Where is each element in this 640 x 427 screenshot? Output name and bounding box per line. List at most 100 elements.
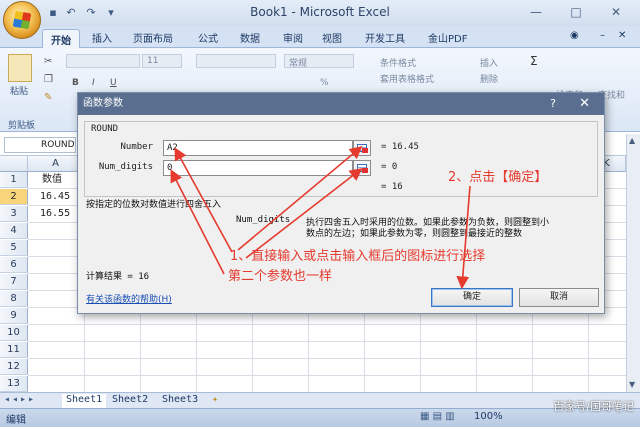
row-header-13[interactable]: 13 (0, 376, 28, 392)
row-header-5[interactable]: 5 (0, 240, 28, 256)
row-header-10[interactable]: 10 (0, 325, 28, 341)
num-digits-input[interactable]: 0 (163, 160, 353, 176)
bold-icon[interactable]: B (72, 78, 79, 88)
ribbon-minimize-icon[interactable]: – (600, 30, 605, 41)
row-header-3[interactable]: 3 (0, 206, 28, 222)
autosum-icon[interactable]: Σ (530, 54, 538, 68)
select-all-corner[interactable] (0, 156, 28, 172)
insert-sheet-icon[interactable]: ✦ (212, 394, 218, 408)
function-description: 按指定的位数对数值进行四舍五入 (86, 200, 222, 210)
tab-view[interactable]: 视图 (322, 30, 342, 45)
gridline (28, 358, 626, 359)
tab-insert[interactable]: 插入 (92, 30, 112, 45)
tab-developer[interactable]: 开发工具 (365, 30, 405, 45)
number-input[interactable]: A2 (163, 140, 353, 156)
row-header-4[interactable]: 4 (0, 223, 28, 239)
sheet-nav-icon[interactable]: ◂◂▸▸ (4, 394, 36, 408)
paste-label[interactable]: 粘贴 (10, 84, 28, 97)
help-icon[interactable]: ◉ (570, 30, 579, 41)
annotation-step1-line2: 第二个参数也一样 (228, 269, 333, 284)
cancel-button[interactable]: 取消 (519, 288, 599, 307)
insert-cells-button[interactable]: 插入 (480, 56, 498, 69)
office-logo-icon (12, 10, 32, 30)
sheet-tab-2[interactable]: Sheet2 (112, 394, 148, 408)
font-name-box[interactable] (66, 54, 140, 68)
sheet-tab-3[interactable]: Sheet3 (162, 394, 198, 408)
row-header-11[interactable]: 11 (0, 342, 28, 358)
cell-a3[interactable]: 16.55 (40, 206, 70, 222)
number-format-box[interactable]: 常规 (284, 54, 354, 69)
function-group: ROUND Number A2 = 16.45 Num_digits 0 = 0… (84, 121, 598, 197)
arg-name: Num_digits (236, 215, 291, 225)
scroll-up-icon[interactable]: ▲ (629, 136, 635, 145)
view-buttons[interactable]: ▦ ▤ ▥ (420, 411, 455, 422)
tab-formulas[interactable]: 公式 (198, 30, 218, 45)
gridline (28, 324, 626, 325)
column-header-a[interactable]: A (28, 156, 84, 172)
calc-result: 计算结果 = 16 (86, 272, 150, 282)
overall-result: = 16 (381, 182, 403, 192)
underline-icon[interactable]: U (110, 78, 117, 88)
status-bar: 编辑 ▦ ▤ ▥ 100% (0, 408, 640, 427)
cut-icon[interactable]: ✂ (44, 56, 52, 67)
range-select-icon[interactable] (353, 160, 371, 176)
dialog-help-icon[interactable]: ? (550, 93, 556, 115)
row-header-6[interactable]: 6 (0, 257, 28, 273)
function-arguments-dialog: 函数参数 ? ✕ ROUND Number A2 = 16.45 Num_dig… (77, 92, 605, 314)
row-header-9[interactable]: 9 (0, 308, 28, 324)
function-name: ROUND (91, 124, 119, 134)
function-help-link[interactable]: 有关该函数的帮助(H) (86, 292, 172, 305)
scroll-down-icon[interactable]: ▼ (629, 380, 635, 389)
copy-icon[interactable]: ❐ (44, 74, 53, 85)
sheet-tab-bar: ◂◂▸▸ Sheet1 Sheet2 Sheet3 ✦ (0, 392, 640, 408)
cell-a1[interactable]: 数值 (42, 172, 62, 188)
paste-icon[interactable] (8, 54, 32, 82)
annotation-step2: 2、点击【确定】 (448, 170, 548, 185)
conditional-format-button[interactable]: 条件格式 (380, 56, 416, 69)
arg-label-num-digits: Num_digits (98, 162, 153, 172)
gridline (28, 341, 626, 342)
dialog-title[interactable]: 函数参数 (78, 93, 604, 115)
clipboard-group-label: 剪贴板 (8, 121, 36, 131)
title-bar: ▪ ↶ ↷ ▾ Book1 - Microsoft Excel — □ ✕ (0, 0, 640, 26)
ok-button[interactable]: 确定 (431, 288, 513, 307)
row-header-1[interactable]: 1 (0, 172, 28, 188)
arg-result-number: = 16.45 (381, 142, 419, 152)
zoom-level[interactable]: 100% (474, 411, 503, 422)
row-header-8[interactable]: 8 (0, 291, 28, 307)
tab-page-layout[interactable]: 页面布局 (133, 30, 173, 45)
tab-review[interactable]: 审阅 (283, 30, 303, 45)
cell-a2[interactable]: 16.45 (40, 189, 70, 205)
annotation-step1-line1: 1、直接输入或点击输入框后的图标进行选择 (230, 249, 486, 264)
close-button[interactable]: ✕ (606, 4, 626, 20)
tab-pdf[interactable]: 金山PDF (428, 30, 467, 45)
ribbon-close-icon[interactable]: ✕ (618, 30, 626, 41)
maximize-button[interactable]: □ (566, 4, 586, 20)
status-mode: 编辑 (6, 415, 26, 426)
range-select-icon[interactable] (353, 140, 371, 156)
italic-icon[interactable]: I (92, 78, 95, 88)
percent-icon[interactable]: % (320, 78, 329, 88)
vertical-scrollbar[interactable]: ▲ ▼ (626, 134, 640, 392)
table-format-button[interactable]: 套用表格格式 (380, 72, 434, 85)
name-box[interactable]: ROUND (4, 137, 76, 153)
delete-cells-button[interactable]: 删除 (480, 72, 498, 85)
office-button[interactable] (3, 1, 41, 39)
tab-home[interactable]: 开始 (42, 29, 80, 49)
align-top-row[interactable] (196, 54, 276, 68)
row-header-12[interactable]: 12 (0, 359, 28, 375)
gridline (28, 375, 626, 376)
arg-description-line2: 数点的左边；如果此参数为零，则圆整到最接近的整数 (306, 229, 523, 239)
arg-result-num-digits: = 0 (381, 162, 398, 172)
sheet-tab-1[interactable]: Sheet1 (62, 394, 107, 408)
dialog-close-icon[interactable]: ✕ (579, 93, 590, 115)
row-header-2[interactable]: 2 (0, 189, 28, 205)
format-painter-icon[interactable]: ✎ (44, 92, 52, 103)
row-header-7[interactable]: 7 (0, 274, 28, 290)
minimize-button[interactable]: — (526, 4, 546, 20)
ribbon-tabs: 开始 插入 页面布局 公式 数据 审阅 视图 开发工具 金山PDF ◉ – ✕ (0, 26, 640, 49)
arg-label-number: Number (120, 142, 153, 152)
watermark: 百家号/国哥笔记 (553, 400, 634, 413)
tab-data[interactable]: 数据 (240, 30, 260, 45)
font-size-box[interactable]: 11 (142, 54, 182, 68)
